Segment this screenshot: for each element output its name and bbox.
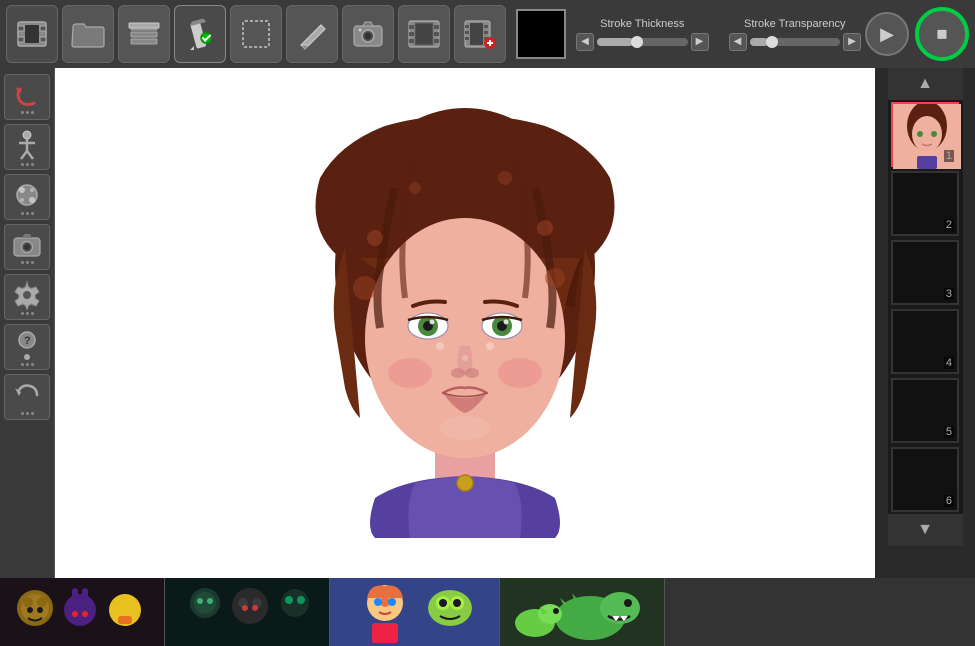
playback-controls: ▶ ⏹ xyxy=(865,7,969,61)
bottom-thumbnail-strip xyxy=(0,578,975,646)
select-tool[interactable] xyxy=(230,5,282,63)
frame-1-number: 1 xyxy=(944,150,954,162)
main-toolbar: Stroke Thickness ◀ ▶ Stroke Transparency… xyxy=(0,0,975,68)
frame-4-number: 4 xyxy=(944,357,954,369)
main-area: ? xyxy=(0,68,975,578)
pen-tool[interactable] xyxy=(174,5,226,63)
settings-tool[interactable] xyxy=(4,274,50,320)
portrait-display xyxy=(55,68,875,578)
stroke-transparency-increase[interactable]: ▶ xyxy=(843,33,861,51)
back-tool[interactable] xyxy=(4,374,50,420)
film-frame-5[interactable]: 5 xyxy=(891,378,959,443)
filmstrip-up-button[interactable]: ▲ xyxy=(888,68,963,100)
play-button[interactable]: ▶ xyxy=(865,12,909,56)
thumb-glitch[interactable] xyxy=(165,578,330,646)
thumb-fnaf[interactable] xyxy=(0,578,165,646)
svg-text:?: ? xyxy=(24,335,31,347)
film-frame-4[interactable]: 4 xyxy=(891,309,959,374)
stroke-thickness-slider[interactable] xyxy=(597,38,688,46)
film-frame-1[interactable]: 1 xyxy=(891,102,959,167)
stroke-thickness-increase[interactable]: ▶ xyxy=(691,33,709,51)
film-frame-6[interactable]: 6 xyxy=(891,447,959,512)
film-tool[interactable] xyxy=(6,5,58,63)
effects-tool[interactable] xyxy=(4,174,50,220)
figure-tool[interactable] xyxy=(4,124,50,170)
side-toolbar: ? xyxy=(0,68,55,578)
stop-button[interactable]: ⏹ xyxy=(915,7,969,61)
frame-6-number: 6 xyxy=(944,495,954,507)
camera-tool[interactable] xyxy=(342,5,394,63)
filmstrip-down-button[interactable]: ▼ xyxy=(888,514,963,546)
layers-tool[interactable] xyxy=(118,5,170,63)
frame-2-number: 2 xyxy=(944,219,954,231)
eraser-tool[interactable] xyxy=(286,5,338,63)
stroke-thickness-label: Stroke Thickness xyxy=(576,18,709,30)
camera-side-tool[interactable] xyxy=(4,224,50,270)
help-tool[interactable]: ? xyxy=(4,324,50,370)
undo-tool[interactable] xyxy=(4,74,50,120)
frame-5-number: 5 xyxy=(944,426,954,438)
video-export-tool[interactable] xyxy=(454,5,506,63)
stroke-transparency-slider[interactable] xyxy=(750,38,841,46)
filmstrip: ▲ 1 2 3 xyxy=(888,68,963,546)
folder-tool[interactable] xyxy=(62,5,114,63)
stroke-transparency-decrease[interactable]: ◀ xyxy=(729,33,747,51)
stroke-transparency-label: Stroke Transparency xyxy=(729,18,862,30)
thumb-dino[interactable] xyxy=(500,578,665,646)
film-tool-wrap xyxy=(6,5,58,63)
filmstrip-tool[interactable] xyxy=(398,5,450,63)
right-sidebar: ▲ 1 2 3 xyxy=(875,68,975,578)
pen-tool-wrap xyxy=(174,5,226,63)
frame-3-number: 3 xyxy=(944,288,954,300)
film-frame-3[interactable]: 3 xyxy=(891,240,959,305)
film-frame-2[interactable]: 2 xyxy=(891,171,959,236)
stroke-controls: Stroke Thickness ◀ ▶ Stroke Transparency… xyxy=(576,18,861,51)
stroke-thickness-decrease[interactable]: ◀ xyxy=(576,33,594,51)
thumb-cartoon[interactable] xyxy=(330,578,500,646)
drawing-canvas-area[interactable] xyxy=(55,68,875,578)
color-swatch[interactable] xyxy=(516,9,566,59)
